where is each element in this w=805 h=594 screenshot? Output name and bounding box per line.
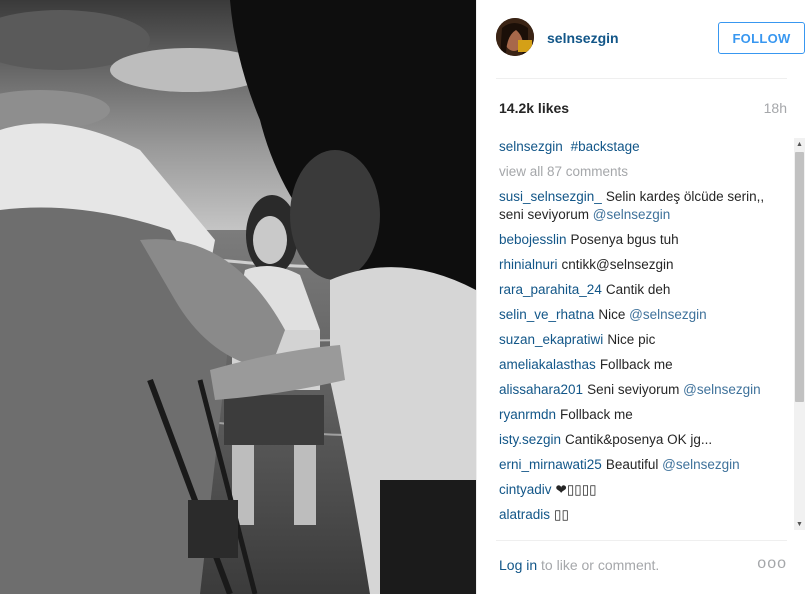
comments-scrollbar[interactable]: ▲ ▼ — [794, 138, 805, 530]
comment-item: rhinialnuri cntikk@selnsezgin — [499, 256, 789, 274]
comment-item: ryanrmdn Follback me — [499, 406, 789, 424]
comment-text: Cantik&posenya OK jg... — [565, 432, 713, 447]
username-link[interactable]: selnsezgin — [547, 30, 619, 46]
comment-username[interactable]: cintyadiv — [499, 482, 552, 497]
comment-username[interactable]: rhinialnuri — [499, 257, 558, 272]
comment-username[interactable]: isty.sezgin — [499, 432, 561, 447]
comment-username[interactable]: selin_ve_rhatna — [499, 307, 594, 322]
comment-username[interactable]: alatradis — [499, 507, 550, 522]
login-link[interactable]: Log in — [499, 557, 537, 573]
login-prompt-text: to like or comment. — [537, 557, 660, 573]
comment-text: Posenya bgus tuh — [570, 232, 679, 247]
comment-text: Follback me — [560, 407, 633, 422]
comment-username[interactable]: erni_mirnawati25 — [499, 457, 602, 472]
comment-mention-link[interactable]: @selnsezgin — [662, 457, 740, 472]
comment-text: Nice pic — [607, 332, 656, 347]
caption: selnsezgin #backstage — [499, 138, 789, 156]
divider — [496, 540, 787, 541]
comment-text: cntikk@selnsezgin — [561, 257, 674, 272]
post-time[interactable]: 18h — [764, 100, 787, 116]
comment-text: ▯▯ — [554, 507, 569, 522]
likes-row: 14.2k likes 18h — [499, 100, 787, 118]
ellipsis-icon[interactable]: ooo — [757, 555, 787, 573]
scroll-up-arrow-icon[interactable]: ▲ — [794, 138, 805, 150]
comment-item: selin_ve_rhatna Nice @selnsezgin — [499, 306, 789, 324]
comment-item: erni_mirnawati25 Beautiful @selnsezgin — [499, 456, 789, 474]
comment-username[interactable]: ryanrmdn — [499, 407, 556, 422]
comment-username[interactable]: susi_selnsezgin_ — [499, 189, 602, 204]
comment-username[interactable]: rara_parahita_24 — [499, 282, 602, 297]
comment-username[interactable]: alissahara201 — [499, 382, 583, 397]
comment-item: susi_selnsezgin_ Selin kardeş ölcüde seri… — [499, 188, 789, 224]
comment-text: Nice — [598, 307, 626, 322]
comment-item: cintyadiv ❤▯▯▯▯ — [499, 481, 789, 499]
photo-image — [0, 0, 476, 594]
comments-list: selnsezgin #backstage view all 87 commen… — [499, 138, 789, 530]
comment-item: rara_parahita_24 Cantik deh — [499, 281, 789, 299]
caption-hashtag[interactable]: #backstage — [571, 139, 640, 154]
post-footer: Log in to like or comment. ooo — [499, 555, 787, 575]
comment-item: isty.sezgin Cantik&posenya OK jg... — [499, 431, 789, 449]
divider — [496, 78, 787, 79]
comment-mention-link[interactable]: @selnsezgin — [629, 307, 707, 322]
comment-text: Cantik deh — [605, 282, 671, 297]
comment-item: suzan_ekapratiwi Nice pic — [499, 331, 789, 349]
comment-text: ❤▯▯▯▯ — [555, 482, 597, 497]
comment-username[interactable]: suzan_ekapratiwi — [499, 332, 603, 347]
comment-username[interactable]: bebojesslin — [499, 232, 567, 247]
post-photo — [0, 0, 476, 594]
follow-button[interactable]: FOLLOW — [718, 22, 805, 54]
avatar-image — [496, 18, 534, 56]
avatar[interactable] — [496, 18, 534, 56]
comment-text: Follback me — [599, 357, 673, 372]
comment-username[interactable]: ameliakalasthas — [499, 357, 596, 372]
caption-username[interactable]: selnsezgin — [499, 139, 563, 154]
post-header: selnsezgin FOLLOW — [496, 18, 805, 62]
comment-item: alissahara201 Seni seviyorum @selnsezgin — [499, 381, 789, 399]
scrollbar-thumb[interactable] — [795, 152, 804, 402]
comment-item: ameliakalasthas Follback me — [499, 356, 789, 374]
comment-item: alatradis ▯▯ — [499, 506, 789, 524]
scroll-down-arrow-icon[interactable]: ▼ — [794, 518, 805, 530]
comment-mention-link[interactable]: @selnsezgin — [683, 382, 761, 397]
comment-mention-link[interactable]: @selnsezgin — [593, 207, 671, 222]
comment-text: Seni seviyorum — [587, 382, 680, 397]
comment-item: bebojesslin Posenya bgus tuh — [499, 231, 789, 249]
comment-text: Beautiful — [605, 457, 659, 472]
likes-count[interactable]: 14.2k likes — [499, 100, 569, 116]
view-all-comments-link[interactable]: view all 87 comments — [499, 163, 789, 181]
